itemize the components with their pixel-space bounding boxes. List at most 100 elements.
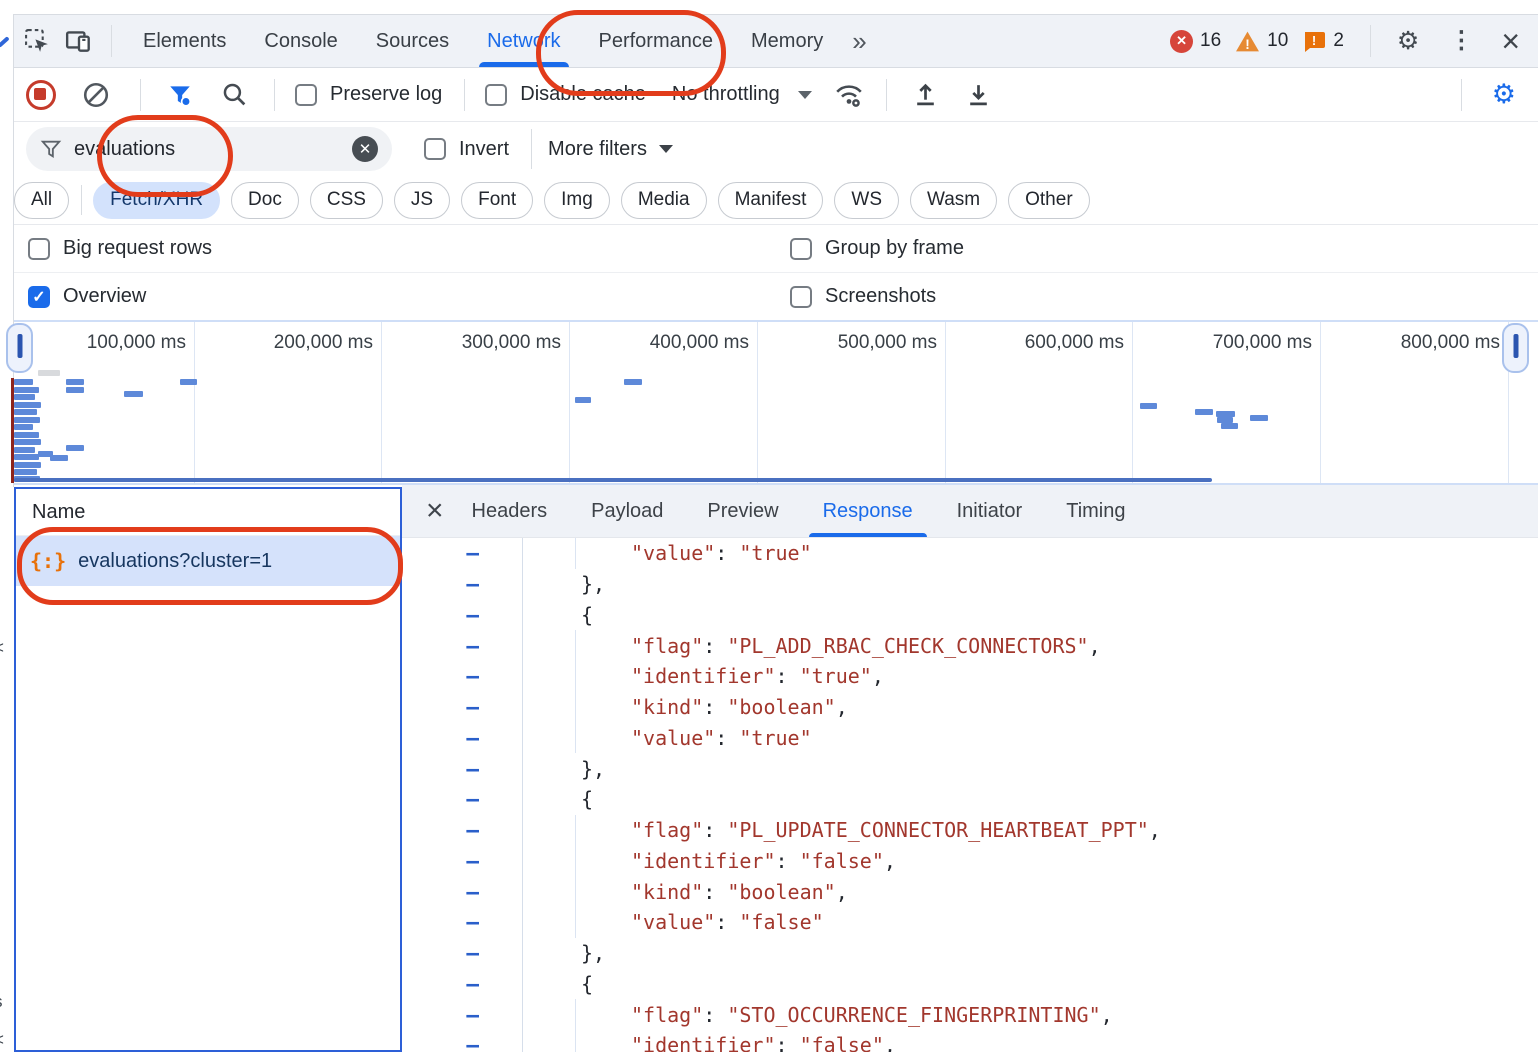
tab-performance[interactable]: Performance (599, 15, 714, 67)
request-timeline-bar (14, 409, 37, 415)
line-marker: – (402, 938, 523, 969)
request-row[interactable]: {:}evaluations?cluster=1 (16, 536, 400, 586)
detail-tab-timing[interactable]: Timing (1066, 485, 1125, 537)
request-timeline-bar (1221, 423, 1238, 429)
chip-font[interactable]: Font (461, 182, 533, 219)
line-marker: – (402, 846, 523, 877)
chip-wasm[interactable]: Wasm (910, 182, 997, 219)
more-filters-button[interactable]: More filters (548, 138, 647, 161)
svg-text:!: ! (1245, 36, 1250, 51)
request-timeline-bar (14, 447, 35, 453)
overview-checkbox[interactable]: ✓ (28, 286, 50, 308)
json-string-token: "identifier" (631, 849, 776, 873)
chip-js[interactable]: JS (394, 182, 450, 219)
detail-tab-preview[interactable]: Preview (707, 485, 778, 537)
export-har-icon[interactable] (965, 81, 992, 108)
json-punctuation-token: { (581, 972, 593, 996)
record-network-log-button[interactable] (26, 80, 56, 110)
chip-img[interactable]: Img (544, 182, 610, 219)
grip-icon (17, 334, 22, 358)
tab-network[interactable]: Network (487, 15, 560, 67)
chip-css[interactable]: CSS (310, 182, 383, 219)
json-string-token: "false" (800, 849, 884, 873)
json-punctuation-token: , (836, 880, 848, 904)
detail-tab-initiator[interactable]: Initiator (957, 485, 1023, 537)
network-settings-gear-icon[interactable]: ⚙ (1492, 81, 1516, 108)
warning-count[interactable]: 10 (1267, 30, 1288, 52)
divider (1461, 79, 1462, 111)
chevron-down-icon[interactable] (659, 145, 673, 153)
warning-count-icon[interactable]: ! (1235, 30, 1260, 53)
code-line: –"identifier": "false", (402, 846, 1538, 877)
request-timeline-bar (124, 391, 143, 397)
name-column-header[interactable]: Name (16, 489, 400, 536)
json-punctuation-token: : (776, 1033, 800, 1052)
request-timeline-bar (1140, 403, 1157, 409)
network-overview-timeline[interactable]: 100,000 ms200,000 ms300,000 ms400,000 ms… (14, 320, 1538, 485)
chip-media[interactable]: Media (621, 182, 707, 219)
devtools-window: < s < ElementsConsoleSourcesNetworkPerfo… (0, 0, 1538, 1052)
request-timeline-bar (14, 469, 37, 475)
throttling-select[interactable]: No throttling (672, 83, 780, 106)
settings-gear-icon[interactable]: ⚙ (1397, 29, 1419, 54)
device-toolbar-icon[interactable] (65, 27, 93, 55)
error-count-icon[interactable]: ✕ (1170, 30, 1193, 53)
tab-console[interactable]: Console (264, 15, 337, 67)
filter-icon[interactable] (167, 82, 193, 108)
request-timeline-bar (1195, 409, 1213, 415)
close-devtools-icon[interactable]: × (1501, 25, 1520, 57)
issues-count[interactable]: 2 (1333, 30, 1344, 52)
line-marker: – (402, 999, 523, 1030)
inspect-element-icon[interactable] (24, 28, 51, 55)
request-timeline-bar (14, 439, 41, 445)
code-line-content: }, (523, 938, 605, 969)
json-punctuation-token: , (884, 1033, 896, 1052)
chip-ws[interactable]: WS (834, 182, 899, 219)
tab-sources[interactable]: Sources (376, 15, 449, 67)
timeline-gridline (1320, 322, 1321, 483)
line-marker: – (402, 784, 523, 815)
big-request-rows-label: Big request rows (63, 237, 212, 260)
chip-doc[interactable]: Doc (231, 182, 299, 219)
filter-input[interactable]: evaluations ✕ (26, 127, 392, 171)
close-detail-icon[interactable]: × (426, 496, 444, 526)
search-icon[interactable] (221, 81, 248, 108)
import-har-icon[interactable] (912, 81, 939, 108)
overview-scrollbar[interactable] (14, 478, 1212, 482)
network-conditions-icon[interactable] (834, 81, 864, 109)
chip-manifest[interactable]: Manifest (718, 182, 824, 219)
group-by-frame-checkbox[interactable] (790, 238, 812, 260)
disable-cache-label: Disable cache (520, 83, 646, 106)
detail-tab-payload[interactable]: Payload (591, 485, 663, 537)
disable-cache-checkbox[interactable] (485, 84, 507, 106)
tab-elements[interactable]: Elements (143, 15, 226, 67)
chip-fetch-xhr[interactable]: Fetch/XHR (93, 182, 220, 219)
kebab-menu-icon[interactable]: ⋮ (1449, 29, 1473, 53)
response-body-viewer[interactable]: –"value": "true"–},–{–"flag": "PL_ADD_RB… (402, 538, 1538, 1052)
overview-right-handle[interactable] (1502, 323, 1529, 373)
error-count[interactable]: 16 (1200, 30, 1221, 52)
chip-all[interactable]: All (14, 182, 69, 219)
timeline-gridline (1132, 322, 1133, 483)
devtools-tab-strip: Elements Console Sources Network Performance… (124, 15, 842, 67)
chip-other[interactable]: Other (1008, 182, 1090, 219)
json-punctuation-token: : (703, 695, 727, 719)
issues-icon[interactable]: ! (1302, 30, 1326, 53)
json-punctuation-token: : (715, 726, 739, 750)
screenshots-checkbox[interactable] (790, 286, 812, 308)
big-request-rows-checkbox[interactable] (28, 238, 50, 260)
overview-left-handle[interactable] (6, 323, 33, 373)
more-tabs-icon[interactable]: » (852, 15, 866, 67)
code-line-content: "value": "false" (523, 907, 824, 938)
chevron-down-icon[interactable] (798, 91, 812, 99)
clear-filter-icon[interactable]: ✕ (352, 136, 378, 162)
clear-network-log-icon[interactable] (82, 81, 110, 109)
invert-checkbox[interactable] (424, 138, 446, 160)
preserve-log-checkbox[interactable] (295, 84, 317, 106)
timeline-gridline (569, 322, 570, 483)
request-name: evaluations?cluster=1 (78, 550, 272, 573)
detail-tab-headers[interactable]: Headers (472, 485, 548, 537)
tab-memory[interactable]: Memory (751, 15, 823, 67)
detail-tab-response[interactable]: Response (823, 485, 913, 537)
filter-input-value[interactable]: evaluations (74, 138, 352, 161)
